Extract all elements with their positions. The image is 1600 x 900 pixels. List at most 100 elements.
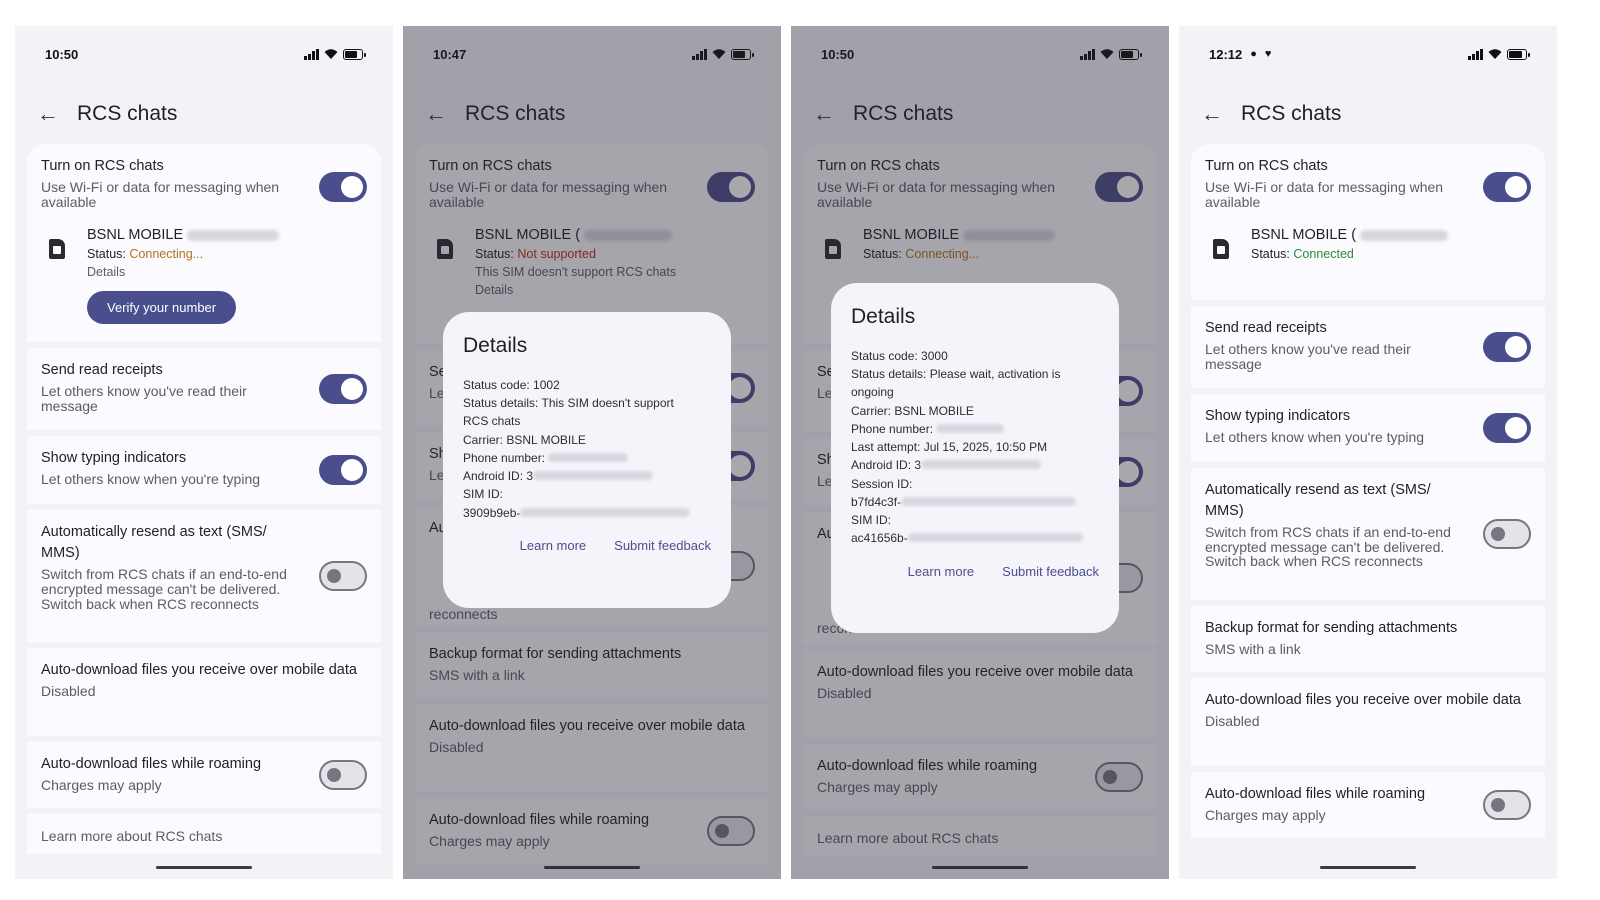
status-bar: 10:47 — [403, 26, 781, 82]
typing-indicators-toggle[interactable] — [1483, 413, 1531, 443]
auto-resend-row[interactable]: Automatically resend as text (SMS/ MMS) … — [1191, 468, 1545, 600]
roaming-toggle[interactable] — [707, 816, 755, 846]
wifi-icon — [324, 48, 338, 60]
status-icons — [692, 48, 754, 60]
learn-more-row[interactable]: Learn more about RCS chats — [803, 816, 1157, 856]
auto-resend-row[interactable]: Automatically resend as text (SMS/ MMS) … — [27, 510, 381, 643]
home-indicator[interactable] — [1320, 866, 1416, 869]
status-label: Status: — [863, 247, 902, 262]
dialog-line-text: Android ID: 3 — [463, 469, 534, 484]
learn-more-button[interactable]: Learn more — [908, 564, 974, 579]
dialog-line: Android ID: 3 — [463, 467, 711, 485]
read-receipts-row[interactable]: Send read receipts Let others know you'v… — [1191, 306, 1545, 388]
row-subtitle: Let others know you've read their messag… — [1205, 341, 1411, 372]
sim-card-icon — [49, 239, 65, 260]
row-subtitle: Charges may apply — [817, 779, 938, 796]
redacted-value — [548, 452, 629, 462]
home-indicator[interactable] — [544, 866, 640, 869]
details-dialog: Details Status code: 1002 Status details… — [443, 312, 731, 608]
arrow-back-icon[interactable]: ← — [1201, 103, 1223, 125]
row-subtitle: Charges may apply — [41, 777, 162, 794]
redacted-number — [584, 229, 673, 241]
row-title: Turn on RCS chats — [429, 158, 552, 174]
rcs-toggle-row[interactable]: Turn on RCS chats Use Wi-Fi or data for … — [429, 156, 755, 209]
row-subtitle: Switch from RCS chats if an end-to-end e… — [41, 566, 287, 612]
app-bar: ← RCS chats — [425, 94, 759, 134]
details-link[interactable]: Details — [87, 265, 279, 279]
app-bar: ← RCS chats — [813, 94, 1147, 134]
read-receipts-toggle[interactable] — [1483, 332, 1531, 362]
auto-download-mobile-row[interactable]: Auto-download files you receive over mob… — [803, 650, 1157, 738]
status-left: 12:12 ● ♥ — [1209, 47, 1271, 62]
submit-feedback-button[interactable]: Submit feedback — [614, 538, 711, 553]
row-subtitle: Use Wi-Fi or data for messaging when ava… — [817, 179, 1056, 210]
auto-download-mobile-row[interactable]: Auto-download files you receive over mob… — [27, 648, 381, 737]
auto-resend-toggle[interactable] — [1483, 519, 1531, 549]
learn-more-row[interactable]: Learn more about RCS chats — [27, 814, 381, 855]
auto-download-mobile-row[interactable]: Auto-download files you receive over mob… — [1191, 678, 1545, 766]
status-value: Not supported — [517, 247, 596, 262]
row-title: Send read receipts — [41, 362, 163, 379]
wifi-icon — [1488, 48, 1502, 60]
auto-resend-toggle[interactable] — [319, 561, 367, 592]
sim-status: Status: Not supported — [475, 247, 676, 261]
typing-indicators-row[interactable]: Show typing indicators Let others know w… — [1191, 394, 1545, 462]
rcs-toggle[interactable] — [1095, 172, 1143, 202]
rcs-toggle-row[interactable]: Turn on RCS chats Use Wi-Fi or data for … — [1205, 156, 1531, 209]
submit-feedback-button[interactable]: Submit feedback — [1002, 564, 1099, 579]
read-receipts-toggle[interactable] — [319, 374, 367, 405]
row-subtitle: Disabled — [429, 739, 484, 756]
arrow-back-icon[interactable]: ← — [813, 103, 835, 125]
rcs-toggle[interactable] — [319, 172, 367, 202]
status-bar: 10:50 — [791, 26, 1169, 82]
sim-name-text: BSNL MOBILE — [87, 227, 184, 244]
typing-indicators-toggle[interactable] — [319, 455, 367, 486]
home-indicator[interactable] — [932, 866, 1028, 869]
learn-more-link[interactable]: Learn more about RCS chats — [817, 831, 1143, 846]
auto-download-roaming-row[interactable]: Auto-download files while roaming Charge… — [803, 744, 1157, 810]
details-dialog: Details Status code: 3000 Status details… — [831, 283, 1119, 633]
settings-list: Turn on RCS chats Use Wi-Fi or data for … — [27, 144, 381, 860]
backup-format-row[interactable]: Backup format for sending attachments SM… — [415, 632, 769, 698]
dialog-line-text: Phone number: — [463, 450, 546, 465]
settings-list: Turn on RCS chats Use Wi-Fi or data for … — [1191, 144, 1545, 844]
roaming-toggle[interactable] — [1483, 790, 1531, 820]
auto-download-roaming-row[interactable]: Auto-download files while roaming Charge… — [27, 742, 381, 809]
auto-download-roaming-row[interactable]: Auto-download files while roaming Charge… — [1191, 772, 1545, 838]
clock: 12:12 — [1209, 46, 1243, 62]
arrow-back-icon[interactable]: ← — [37, 103, 59, 125]
roaming-toggle[interactable] — [319, 760, 367, 791]
home-indicator[interactable] — [156, 866, 252, 869]
app-bar: ← RCS chats — [1201, 94, 1535, 134]
row-title: Show typing indicators — [1205, 408, 1351, 424]
status-bar: 12:12 ● ♥ — [1179, 26, 1557, 82]
row-subtitle: Let others know when you're typing — [41, 471, 261, 488]
arrow-back-icon[interactable]: ← — [425, 103, 447, 125]
dialog-actions: Learn more Submit feedback — [463, 538, 711, 553]
sim-name-text: BSNL MOBILE — [863, 227, 960, 244]
rcs-toggle[interactable] — [1483, 172, 1531, 202]
roaming-toggle[interactable] — [1095, 762, 1143, 792]
rcs-toggle-row[interactable]: Turn on RCS chats Use Wi-Fi or data for … — [817, 156, 1143, 209]
row-subtitle: Charges may apply — [429, 833, 550, 850]
page-title: RCS chats — [853, 102, 954, 125]
sim-name: BSNL MOBILE — [87, 227, 280, 244]
verify-number-button[interactable]: Verify your number — [87, 291, 237, 325]
details-link[interactable]: Details — [475, 283, 676, 297]
row-subtitle: Use Wi-Fi or data for messaging when ava… — [429, 179, 668, 210]
auto-download-mobile-row[interactable]: Auto-download files you receive over mob… — [415, 704, 769, 792]
backup-format-row[interactable]: Backup format for sending attachments SM… — [1191, 606, 1545, 672]
redacted-value — [901, 496, 1077, 506]
signal-icon — [1468, 48, 1483, 60]
typing-indicators-row[interactable]: Show typing indicators Let others know w… — [27, 436, 381, 505]
learn-more-button[interactable]: Learn more — [520, 538, 586, 553]
auto-download-roaming-row[interactable]: Auto-download files while roaming Charge… — [415, 798, 769, 864]
row-title: Backup format for sending attachments — [1205, 620, 1458, 636]
read-receipts-row[interactable]: Send read receipts Let others know you'v… — [27, 348, 381, 431]
dialog-line: Carrier: BSNL MOBILE — [851, 403, 974, 418]
battery-icon — [1507, 48, 1530, 60]
rcs-toggle[interactable] — [707, 172, 755, 202]
dialog-title: Details — [463, 334, 528, 357]
rcs-toggle-row[interactable]: Turn on RCS chats Use Wi-Fi or data for … — [41, 156, 367, 209]
learn-more-link[interactable]: Learn more about RCS chats — [41, 829, 367, 844]
